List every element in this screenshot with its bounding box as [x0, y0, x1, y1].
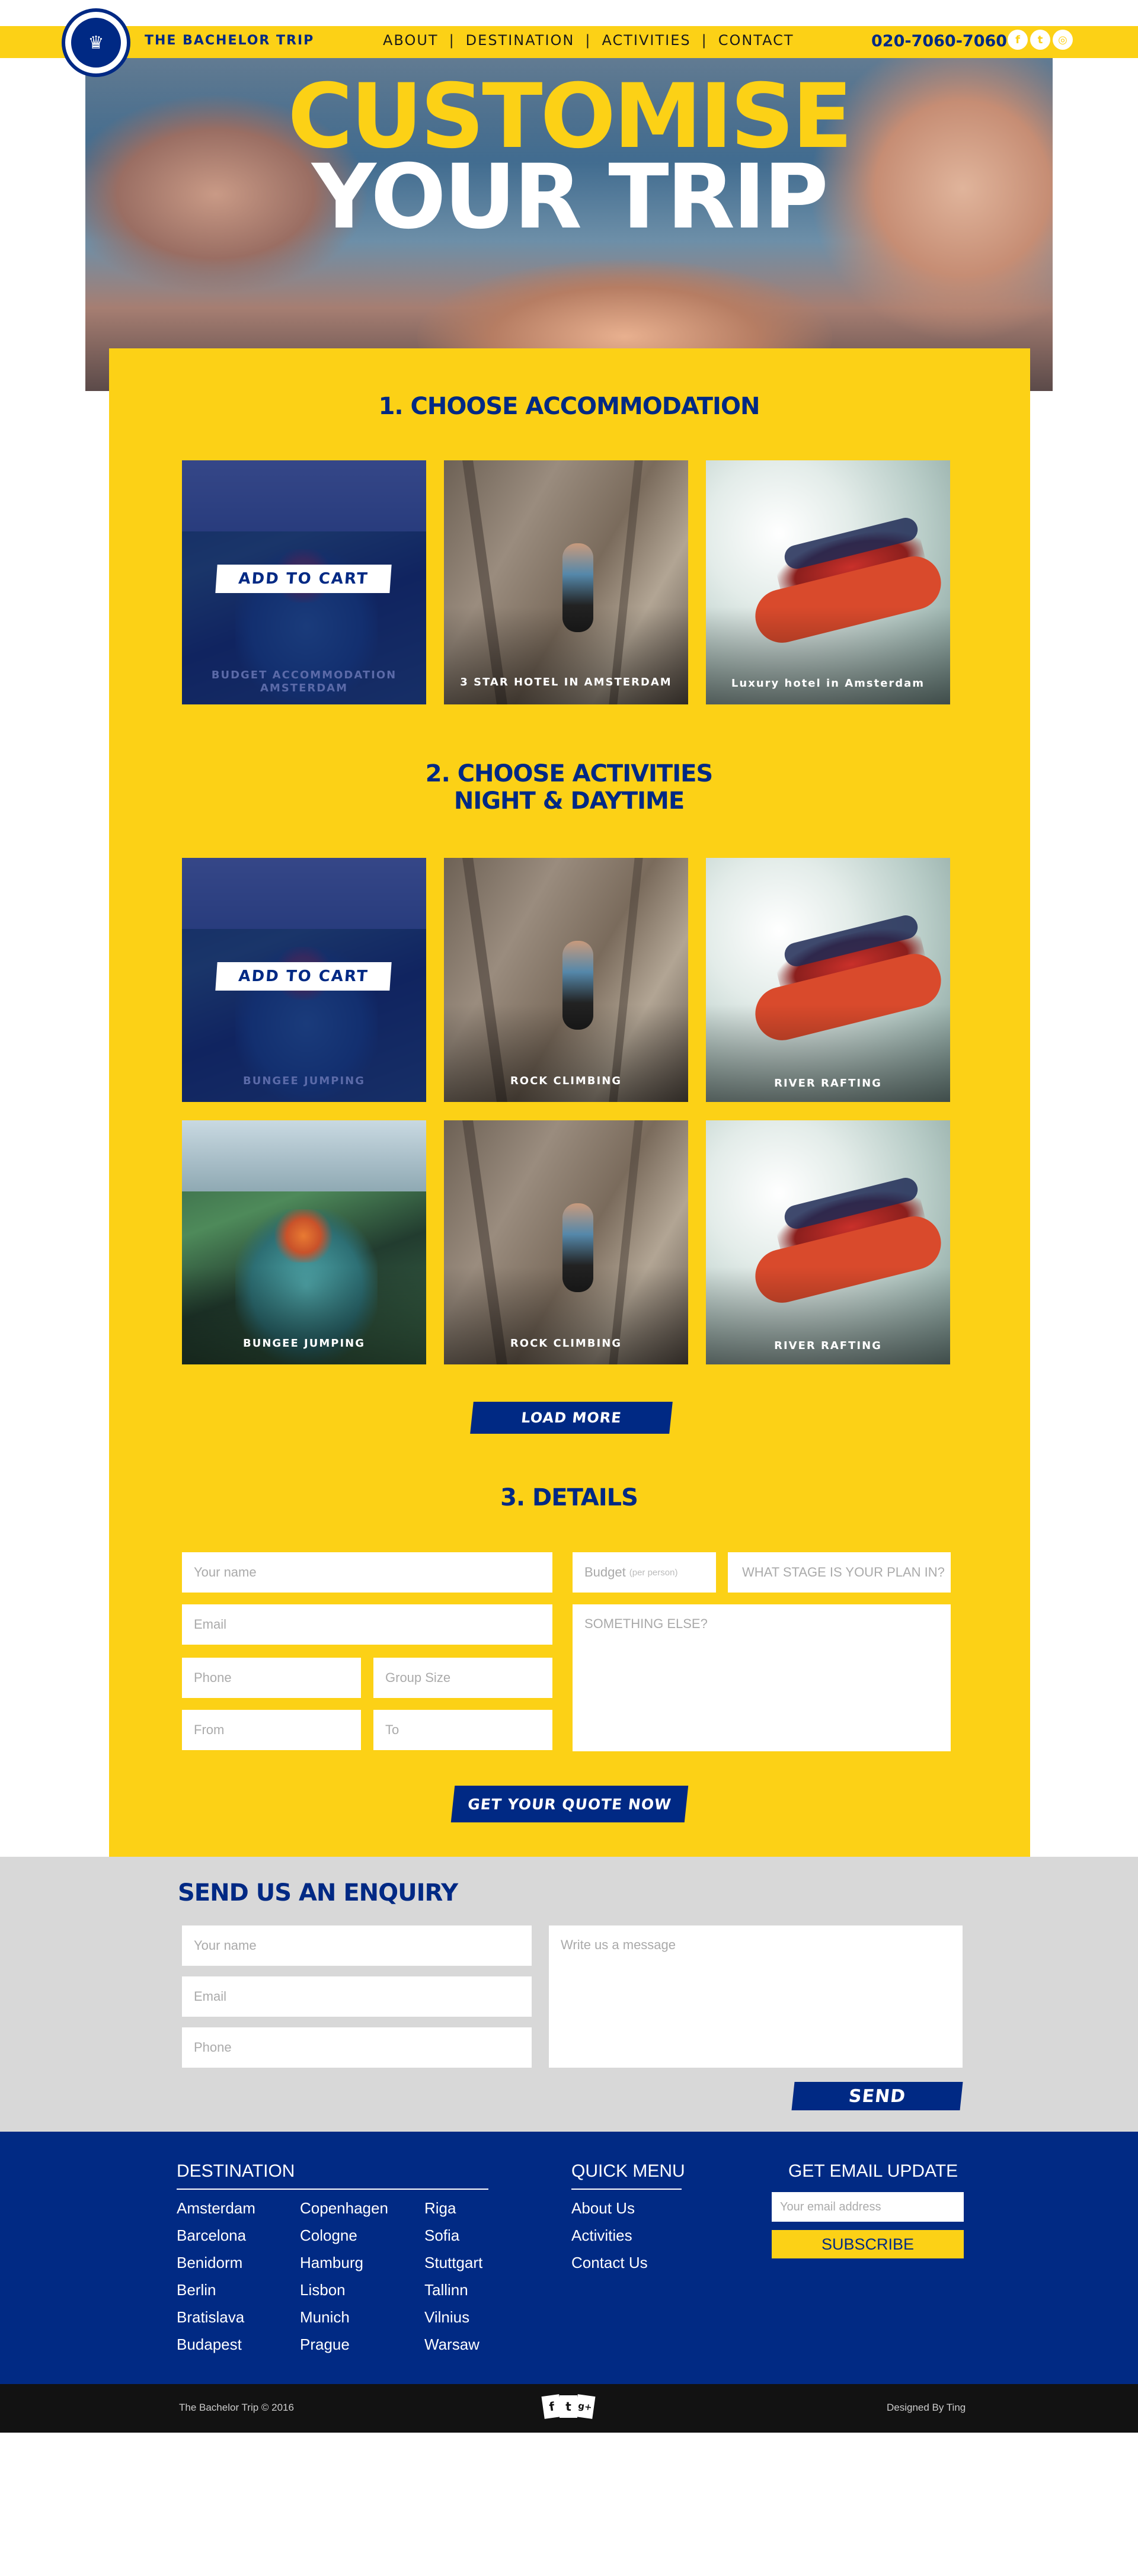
destination-link[interactable]: Barcelona	[177, 2226, 246, 2245]
something-else-textarea[interactable]: SOMETHING ELSE?	[573, 1604, 951, 1751]
destination-link[interactable]: Warsaw	[424, 2335, 480, 2354]
destination-link[interactable]: Lisbon	[300, 2281, 346, 2299]
plan-stage-select[interactable]: WHAT STAGE IS YOUR PLAN IN?	[728, 1552, 951, 1593]
destination-link[interactable]: Amsterdam	[177, 2199, 255, 2218]
activity-tile[interactable]: ROCK CLIMBING	[444, 858, 688, 1102]
enquiry-message-textarea[interactable]: Write us a message	[549, 1925, 963, 2068]
tile-caption: RIVER RAFTING	[774, 1340, 882, 1352]
accommodation-tile-3star[interactable]: 3 STAR HOTEL IN AMSTERDAM	[444, 460, 688, 704]
enquiry-title: SEND US AN ENQUIRY	[178, 1879, 458, 1907]
activities-title-line1: 2. CHOOSE ACTIVITIES	[425, 760, 713, 787]
send-button[interactable]: SEND	[791, 2082, 963, 2110]
nav-destination[interactable]: DESTINATION	[466, 32, 575, 49]
instagram-icon[interactable]: ◎	[1053, 30, 1073, 50]
nav-separator: |	[449, 32, 455, 49]
subscribe-button[interactable]: SUBSCRIBE	[772, 2230, 964, 2258]
nav-separator: |	[701, 32, 708, 49]
enquiry-name-field[interactable]: Your name	[182, 1925, 532, 1966]
crown-logo-icon: ♛	[71, 18, 121, 68]
facebook-icon[interactable]: f	[1008, 30, 1028, 50]
nav-contact[interactable]: CONTACT	[718, 32, 794, 49]
tile-caption: ROCK CLIMBING	[510, 1337, 622, 1350]
enquiry-email-field[interactable]: Email	[182, 1976, 532, 2017]
main-nav: ABOUT | DESTINATION | ACTIVITIES | CONTA…	[383, 32, 794, 49]
twitter-icon[interactable]: t	[1030, 30, 1050, 50]
nav-separator: |	[585, 32, 592, 49]
accommodation-tile-luxury[interactable]: Luxury hotel in Amsterdam	[706, 460, 950, 704]
get-quote-button[interactable]: GET YOUR QUOTE NOW	[450, 1786, 689, 1822]
brand-name[interactable]: THE BACHELOR TRIP	[145, 33, 314, 48]
destination-link[interactable]: Cologne	[300, 2226, 357, 2245]
quick-menu-heading: QUICK MENU	[571, 2161, 685, 2181]
nav-about[interactable]: ABOUT	[383, 32, 439, 49]
tile-caption: Luxury hotel in Amsterdam	[731, 677, 925, 690]
destination-link[interactable]: Budapest	[177, 2335, 242, 2354]
activities-title-line2: NIGHT & DAYTIME	[453, 787, 685, 815]
designer-credit: Designed By Ting	[887, 2402, 966, 2413]
destination-link[interactable]: Stuttgart	[424, 2254, 482, 2272]
destination-divider	[177, 2189, 488, 2190]
tile-caption: RIVER RAFTING	[774, 1077, 882, 1090]
activity-tile[interactable]: BUNGEE JUMPING	[182, 1120, 426, 1364]
accommodation-title: 1. CHOOSE ACCOMMODATION	[378, 393, 760, 420]
to-date-field[interactable]: To	[373, 1710, 552, 1750]
quick-menu-about[interactable]: About Us	[571, 2199, 635, 2218]
destination-link[interactable]: Benidorm	[177, 2254, 242, 2272]
email-field[interactable]: Email	[182, 1604, 552, 1645]
activity-tile[interactable]: RIVER RAFTING	[706, 858, 950, 1102]
activity-tile[interactable]: ROCK CLIMBING	[444, 1120, 688, 1364]
details-title: 3. DETAILS	[500, 1484, 638, 1511]
phone-field[interactable]: Phone	[182, 1658, 361, 1698]
load-more-button[interactable]: LOAD MORE	[470, 1402, 673, 1434]
add-to-cart-button[interactable]: ADD TO CART	[215, 962, 392, 991]
destination-link[interactable]: Hamburg	[300, 2254, 363, 2272]
copyright: The Bachelor Trip © 2016	[179, 2402, 294, 2413]
destination-link[interactable]: Sofia	[424, 2226, 459, 2245]
from-date-field[interactable]: From	[182, 1710, 361, 1750]
logo[interactable]: ♛	[62, 8, 130, 77]
email-update-heading: GET EMAIL UPDATE	[788, 2161, 958, 2181]
tile-caption: ROCK CLIMBING	[510, 1075, 622, 1087]
hero-title-line2: YOUR TRIP	[312, 146, 829, 249]
destination-link[interactable]: Vilnius	[424, 2308, 469, 2327]
destination-link[interactable]: Berlin	[177, 2281, 216, 2299]
quick-menu-divider	[571, 2189, 682, 2190]
budget-note: (per person)	[629, 1567, 678, 1578]
accommodation-tile-budget[interactable]: ADD TO CART BUDGET ACCOMMODATION AMSTERD…	[182, 460, 426, 704]
tile-caption: BUDGET ACCOMMODATION AMSTERDAM	[211, 669, 397, 694]
google-plus-icon[interactable]: g+	[574, 2394, 596, 2419]
name-field[interactable]: Your name	[182, 1552, 552, 1593]
destination-link[interactable]: Munich	[300, 2308, 350, 2327]
nav-activities[interactable]: ACTIVITIES	[602, 32, 691, 49]
group-size-field[interactable]: Group Size	[373, 1658, 552, 1698]
footer	[0, 2132, 1138, 2384]
destination-link[interactable]: Copenhagen	[300, 2199, 388, 2218]
budget-label: Budget	[584, 1565, 626, 1579]
destination-link[interactable]: Tallinn	[424, 2281, 468, 2299]
destination-link[interactable]: Bratislava	[177, 2308, 244, 2327]
destination-heading: DESTINATION	[177, 2161, 295, 2181]
budget-field[interactable]: Budget (per person)	[573, 1552, 716, 1593]
phone-number[interactable]: 020-7060-7060	[871, 32, 1007, 50]
activity-tile[interactable]: ADD TO CART BUNGEE JUMPING	[182, 858, 426, 1102]
tile-caption: BUNGEE JUMPING	[243, 1337, 365, 1350]
newsletter-email-field[interactable]: Your email address	[772, 2192, 964, 2222]
quick-menu-contact[interactable]: Contact Us	[571, 2254, 648, 2272]
activity-tile[interactable]: RIVER RAFTING	[706, 1120, 950, 1364]
destination-link[interactable]: Prague	[300, 2335, 350, 2354]
tile-caption: BUNGEE JUMPING	[243, 1075, 365, 1087]
destination-link[interactable]: Riga	[424, 2199, 456, 2218]
tile-caption: 3 STAR HOTEL IN AMSTERDAM	[460, 676, 672, 688]
enquiry-phone-field[interactable]: Phone	[182, 2027, 532, 2068]
add-to-cart-button[interactable]: ADD TO CART	[215, 565, 392, 593]
quick-menu-activities[interactable]: Activities	[571, 2226, 632, 2245]
